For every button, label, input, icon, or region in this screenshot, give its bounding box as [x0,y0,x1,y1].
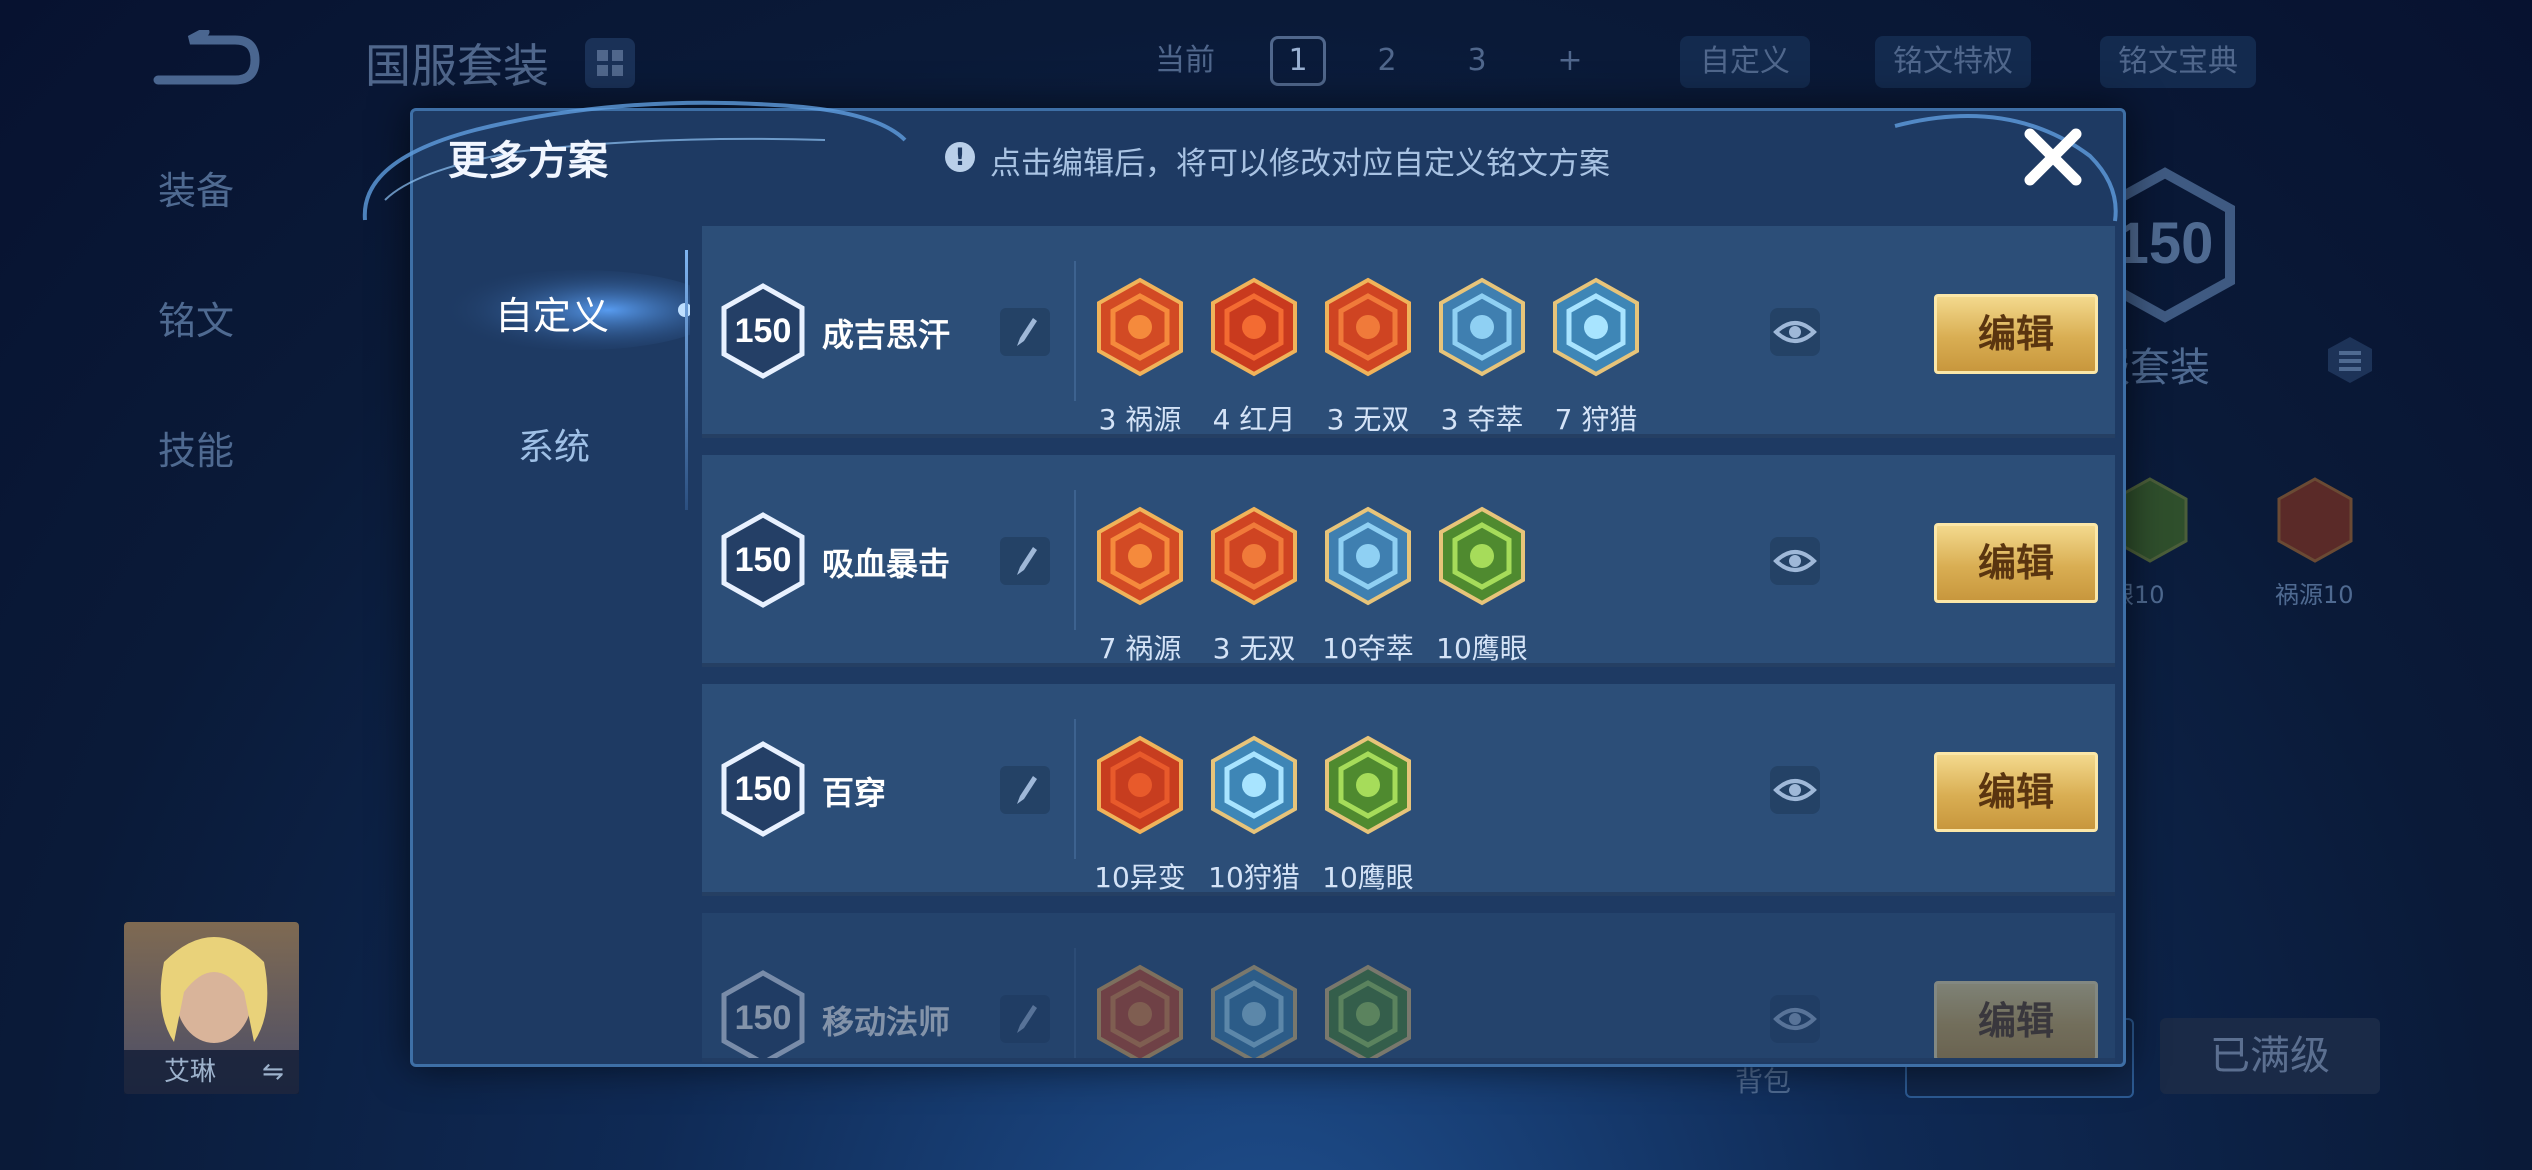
score-badge: 150 [721,741,805,837]
bg-score: 150 [2117,211,2214,276]
rune-icon[interactable] [1437,276,1527,378]
plan-row: 150 吸血暴击 7 祸源 3 无双 10夺萃 10鹰眼 编辑 [702,455,2115,667]
edit-button[interactable]: 编辑 [1934,523,2098,603]
edit-button[interactable]: 编辑 [1934,294,2098,374]
rune-icon[interactable] [1095,505,1185,607]
page-button-1[interactable]: 1 [1270,36,1326,86]
score-badge: 150 [721,283,805,379]
rune-label: 7 祸源 [1098,632,1182,665]
info-icon: ! [945,142,975,172]
rune-privilege-button[interactable]: 铭文特权 [1875,36,2031,88]
modal-hint: 点击编辑后，将可以修改对应自定义铭文方案 [990,146,1610,182]
rune-icon[interactable] [1095,276,1185,378]
nav-item-skills[interactable]: 技能 [158,420,234,475]
plan-name: 百穿 [822,774,887,812]
rune-codex-button[interactable]: 铭文宝典 [2100,36,2256,88]
rune-label: 3 夺萃 [1440,403,1524,436]
edit-button[interactable]: 编辑 [1934,752,2098,832]
plan-row: 150 成吉思汗 3 祸源 4 红月 3 无双 3 夺萃 7 狩猎 编辑 [702,226,2115,438]
rune-icon[interactable] [1323,963,1413,1062]
rune-icon[interactable] [1209,505,1299,607]
rune-icon[interactable] [1323,734,1413,836]
rune-label: 10夺萃 [1322,632,1414,665]
rune-label: 7 狩猎 [1554,403,1638,436]
rune-icon[interactable] [1095,963,1185,1062]
close-icon[interactable] [2018,122,2088,192]
row-divider [1074,261,1076,401]
score-value: 150 [735,312,792,350]
nav-item-runes[interactable]: 铭文 [158,290,234,345]
swap-icon[interactable]: ⇋ [262,1050,284,1094]
score-value: 150 [735,541,792,579]
rune-label: 10鹰眼 [1322,861,1414,894]
rune-icon [2277,477,2353,563]
bg-rune-label: 祸源10 [2275,581,2354,609]
row-divider [1074,490,1076,630]
hero-name: 艾琳 [164,1057,217,1087]
rename-pencil-icon[interactable] [1000,995,1050,1043]
rename-pencil-icon[interactable] [1000,766,1050,814]
rename-pencil-icon[interactable] [1000,537,1050,585]
tab-system[interactable]: 系统 [518,418,590,470]
tab-divider [685,250,688,510]
plan-name: 吸血暴击 [822,545,951,583]
back-arrow-icon[interactable] [150,30,260,90]
edit-button[interactable]: 编辑 [1934,981,2098,1058]
plan-name: 成吉思汗 [822,316,951,354]
modal-swirl-decoration-right [1894,114,2118,222]
rune-icon[interactable] [1095,734,1185,836]
plan-row: 150 移动法师 编辑 [702,913,2115,1062]
hero-name-bar[interactable]: 艾琳 ⇋ [124,1050,299,1094]
nav-item-equipment[interactable]: 装备 [158,160,234,215]
score-value: 150 [735,999,792,1037]
preview-eye-icon[interactable] [1770,308,1820,356]
row-divider [1074,948,1076,1058]
row-divider [1074,719,1076,859]
modal-swirl-decoration [362,100,907,221]
maxed-button[interactable]: 已满级 [2160,1018,2380,1094]
rune-icon[interactable] [1323,276,1413,378]
rune-label: 3 无双 [1326,403,1410,436]
pager-current-label: 当前 [1155,43,1215,78]
rune-label: 10狩猎 [1208,861,1300,894]
rune-icon[interactable] [1323,505,1413,607]
custom-button[interactable]: 自定义 [1680,36,1810,88]
plan-row: 150 百穿 10异变 10狩猎 10鹰眼 编辑 [702,684,2115,896]
preview-eye-icon[interactable] [1770,995,1820,1043]
rune-icon[interactable] [1209,963,1299,1062]
page-button-2[interactable]: 2 [1362,36,1412,86]
rune-icon[interactable] [1437,505,1527,607]
rune-label: 10鹰眼 [1436,632,1528,665]
score-badge: 150 [721,970,805,1058]
tab-custom[interactable]: 自定义 [495,285,609,340]
preview-eye-icon[interactable] [1770,537,1820,585]
rune-icon[interactable] [1209,734,1299,836]
rune-icon[interactable] [1551,276,1641,378]
preview-eye-icon[interactable] [1770,766,1820,814]
rune-label: 4 红月 [1212,403,1296,436]
rune-icon[interactable] [1209,276,1299,378]
rune-codex-label: 铭文宝典 [2118,44,2238,79]
rune-label: 10异变 [1094,861,1186,894]
modal-title: 更多方案 [448,138,608,184]
plan-name: 移动法师 [822,1003,951,1041]
rune-label: 3 祸源 [1098,403,1182,436]
add-page-button[interactable]: + [1545,36,1595,86]
rune-privilege-label: 铭文特权 [1893,44,2013,79]
score-value: 150 [735,770,792,808]
rename-pencil-icon[interactable] [1000,308,1050,356]
page-button-3[interactable]: 3 [1452,36,1502,86]
rune-label: 3 无双 [1212,632,1296,665]
menu-icon[interactable] [2325,335,2375,385]
score-badge: 150 [721,512,805,608]
